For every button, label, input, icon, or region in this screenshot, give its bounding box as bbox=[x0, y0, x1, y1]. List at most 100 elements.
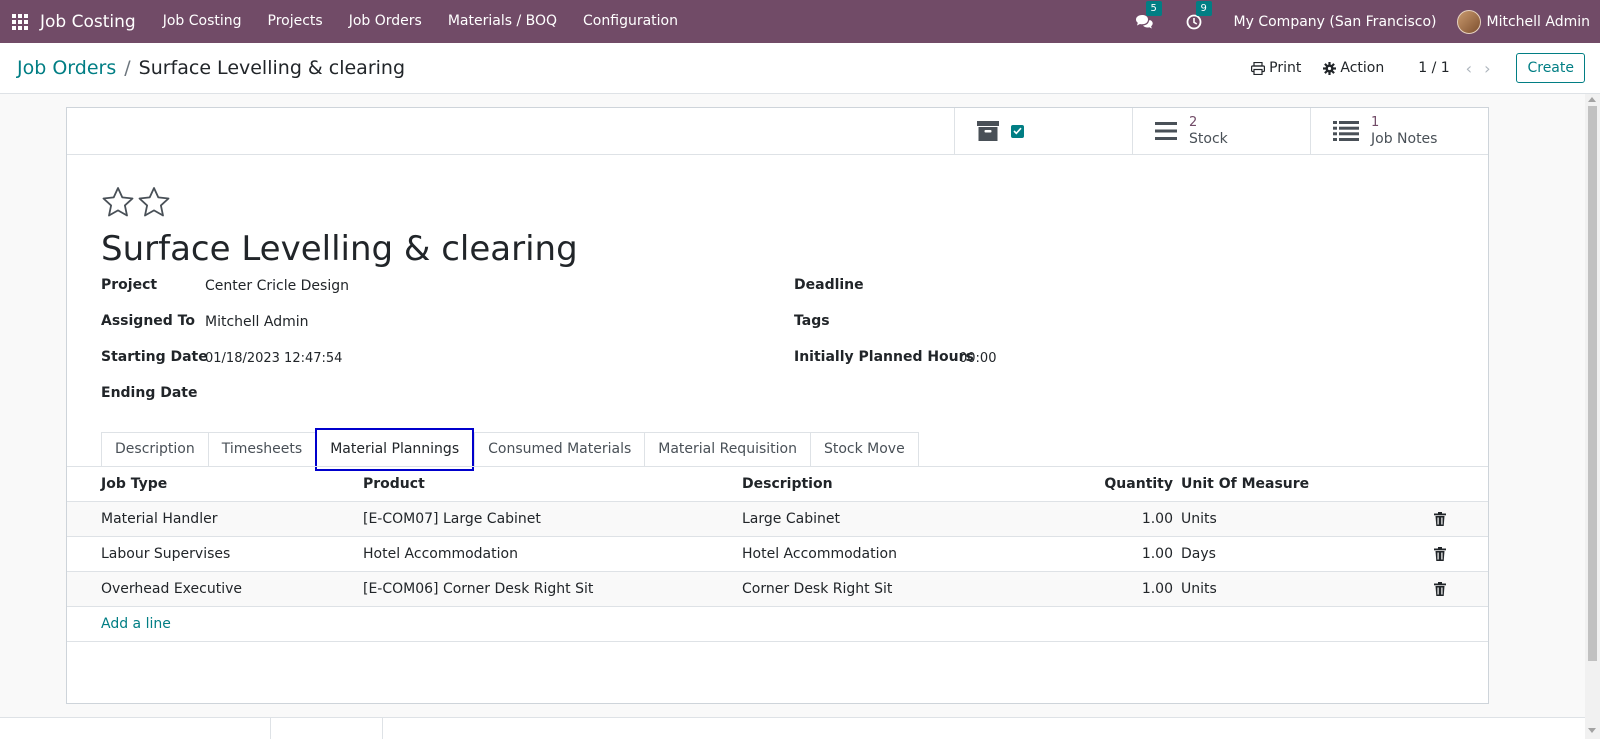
breadcrumb-job-orders[interactable]: Job Orders bbox=[17, 57, 116, 79]
column-header-job-type[interactable]: Job Type bbox=[101, 467, 167, 502]
field-starting-date: Starting Date bbox=[101, 349, 208, 365]
column-header-description[interactable]: Description bbox=[742, 467, 833, 502]
archive-toggle-button[interactable] bbox=[954, 108, 1132, 154]
scrollbar-thumb[interactable] bbox=[1588, 106, 1597, 661]
breadcrumb: Job Orders / Surface Levelling & clearin… bbox=[17, 57, 405, 79]
chatter-area bbox=[0, 717, 1585, 739]
tab-timesheets[interactable]: Timesheets bbox=[207, 432, 316, 467]
stock-smart-button[interactable]: 2 Stock bbox=[1132, 108, 1310, 154]
field-label: Deadline bbox=[794, 277, 864, 293]
menu-item-job-orders[interactable]: Job Orders bbox=[336, 0, 435, 43]
user-name: Mitchell Admin bbox=[1486, 13, 1591, 30]
print-button[interactable]: Print bbox=[1251, 60, 1301, 76]
field-ending-date: Ending Date bbox=[101, 385, 197, 401]
cell-uom: Units bbox=[1181, 511, 1217, 527]
print-label: Print bbox=[1269, 60, 1302, 76]
cell-quantity: 1.00 bbox=[1141, 511, 1173, 527]
record-title[interactable]: Surface Levelling & clearing bbox=[101, 229, 578, 269]
project-value[interactable]: Center Cricle Design bbox=[205, 278, 349, 294]
table-row[interactable]: Overhead Executive [E-COM06] Corner Desk… bbox=[67, 572, 1488, 607]
messages-badge: 5 bbox=[1145, 0, 1162, 16]
cell-description: Large Cabinet bbox=[742, 511, 840, 527]
activities-badge: 9 bbox=[1195, 0, 1212, 16]
pager-previous-icon[interactable]: ‹ bbox=[1466, 59, 1472, 78]
action-label: Action bbox=[1340, 60, 1385, 76]
scroll-down-arrow-icon[interactable] bbox=[1588, 728, 1596, 733]
divider bbox=[382, 718, 383, 739]
apps-menu-icon[interactable] bbox=[0, 0, 40, 43]
main-menu: Job Costing Projects Job Orders Material… bbox=[150, 0, 691, 43]
avatar bbox=[1456, 9, 1481, 34]
menu-item-materials-boq[interactable]: Materials / BOQ bbox=[435, 0, 570, 43]
cell-product: Hotel Accommodation bbox=[363, 546, 518, 562]
notebook-tabs: Description Timesheets Material Planning… bbox=[101, 428, 919, 471]
app-brand[interactable]: Job Costing bbox=[40, 12, 136, 32]
archive-icon bbox=[977, 121, 999, 141]
table-header: Job Type Product Description Quantity Un… bbox=[67, 467, 1488, 502]
field-project: Project bbox=[101, 277, 157, 293]
column-header-uom[interactable]: Unit Of Measure bbox=[1181, 467, 1309, 502]
breadcrumb-current: Surface Levelling & clearing bbox=[138, 57, 406, 79]
field-tags: Tags bbox=[794, 313, 830, 329]
menu-item-configuration[interactable]: Configuration bbox=[570, 0, 691, 43]
column-header-product[interactable]: Product bbox=[363, 467, 425, 502]
trash-icon[interactable] bbox=[1434, 582, 1446, 596]
activities-clock-icon[interactable]: 9 bbox=[1184, 0, 1212, 32]
star-icon[interactable] bbox=[137, 186, 171, 218]
list-icon bbox=[1333, 121, 1359, 141]
field-label: Initially Planned Hours bbox=[794, 349, 974, 365]
trash-icon[interactable] bbox=[1434, 512, 1446, 526]
messages-icon[interactable]: 5 bbox=[1134, 0, 1162, 32]
scroll-up-arrow-icon[interactable] bbox=[1588, 97, 1596, 102]
field-label: Ending Date bbox=[101, 385, 198, 401]
job-notes-label: Job Notes bbox=[1371, 131, 1438, 147]
tab-description[interactable]: Description bbox=[101, 432, 208, 467]
menu-item-job-costing[interactable]: Job Costing bbox=[150, 0, 255, 43]
print-icon bbox=[1251, 61, 1266, 75]
material-plannings-table: Job Type Product Description Quantity Un… bbox=[67, 467, 1488, 642]
cell-job-type: Material Handler bbox=[101, 511, 218, 527]
pager-next-icon[interactable]: › bbox=[1484, 59, 1490, 78]
cell-product: [E-COM06] Corner Desk Right Sit bbox=[363, 581, 594, 597]
create-button[interactable]: Create bbox=[1516, 53, 1585, 83]
planned-hours-value[interactable]: 00:00 bbox=[959, 351, 996, 366]
tab-material-plannings[interactable]: Material Plannings bbox=[315, 428, 475, 471]
starting-date-value[interactable]: 01/18/2023 12:47:54 bbox=[205, 351, 342, 366]
column-header-quantity[interactable]: Quantity bbox=[1067, 467, 1173, 502]
page-scrollbar[interactable] bbox=[1585, 94, 1600, 739]
field-planned-hours: Initially Planned Hours bbox=[794, 349, 974, 365]
stock-count: 2 bbox=[1189, 115, 1198, 130]
top-navbar: Job Costing Job Costing Projects Job Ord… bbox=[0, 0, 1600, 43]
table-row[interactable]: Labour Supervises Hotel Accommodation Ho… bbox=[67, 537, 1488, 572]
menu-item-projects[interactable]: Projects bbox=[255, 0, 336, 43]
tab-material-requisition[interactable]: Material Requisition bbox=[644, 432, 810, 467]
action-button[interactable]: Action bbox=[1323, 60, 1384, 76]
stock-label: Stock bbox=[1189, 131, 1228, 147]
tab-consumed-materials[interactable]: Consumed Materials bbox=[474, 432, 645, 467]
add-line-row: Add a line bbox=[67, 607, 1488, 642]
tab-stock-move[interactable]: Stock Move bbox=[809, 432, 919, 467]
company-switcher[interactable]: My Company (San Francisco) bbox=[1234, 14, 1437, 30]
field-deadline: Deadline bbox=[794, 277, 864, 293]
field-label: Tags bbox=[794, 313, 830, 329]
job-notes-smart-button[interactable]: 1 Job Notes bbox=[1310, 108, 1488, 154]
user-menu[interactable]: Mitchell Admin bbox=[1456, 9, 1591, 34]
priority-widget bbox=[101, 186, 173, 218]
table-row[interactable]: Material Handler [E-COM07] Large Cabinet… bbox=[67, 502, 1488, 537]
cell-uom: Days bbox=[1181, 546, 1216, 562]
assigned-to-value[interactable]: Mitchell Admin bbox=[205, 314, 309, 330]
smart-button-box: 2 Stock 1 Job Notes bbox=[67, 108, 1488, 155]
cell-job-type: Overhead Executive bbox=[101, 581, 242, 597]
star-icon[interactable] bbox=[101, 186, 135, 218]
field-label: Starting Date bbox=[101, 349, 208, 365]
breadcrumb-separator: / bbox=[124, 57, 131, 79]
cell-quantity: 1.00 bbox=[1141, 546, 1173, 562]
job-notes-count: 1 bbox=[1371, 115, 1380, 130]
cell-uom: Units bbox=[1181, 581, 1217, 597]
active-checkbox[interactable] bbox=[1011, 124, 1024, 138]
add-line-link[interactable]: Add a line bbox=[101, 607, 171, 642]
pager-value[interactable]: 1 / 1 bbox=[1418, 60, 1449, 76]
trash-icon[interactable] bbox=[1434, 547, 1446, 561]
form-sheet: 2 Stock 1 Job Notes Surface Levelling & … bbox=[66, 107, 1489, 704]
bars-icon bbox=[1155, 122, 1177, 140]
